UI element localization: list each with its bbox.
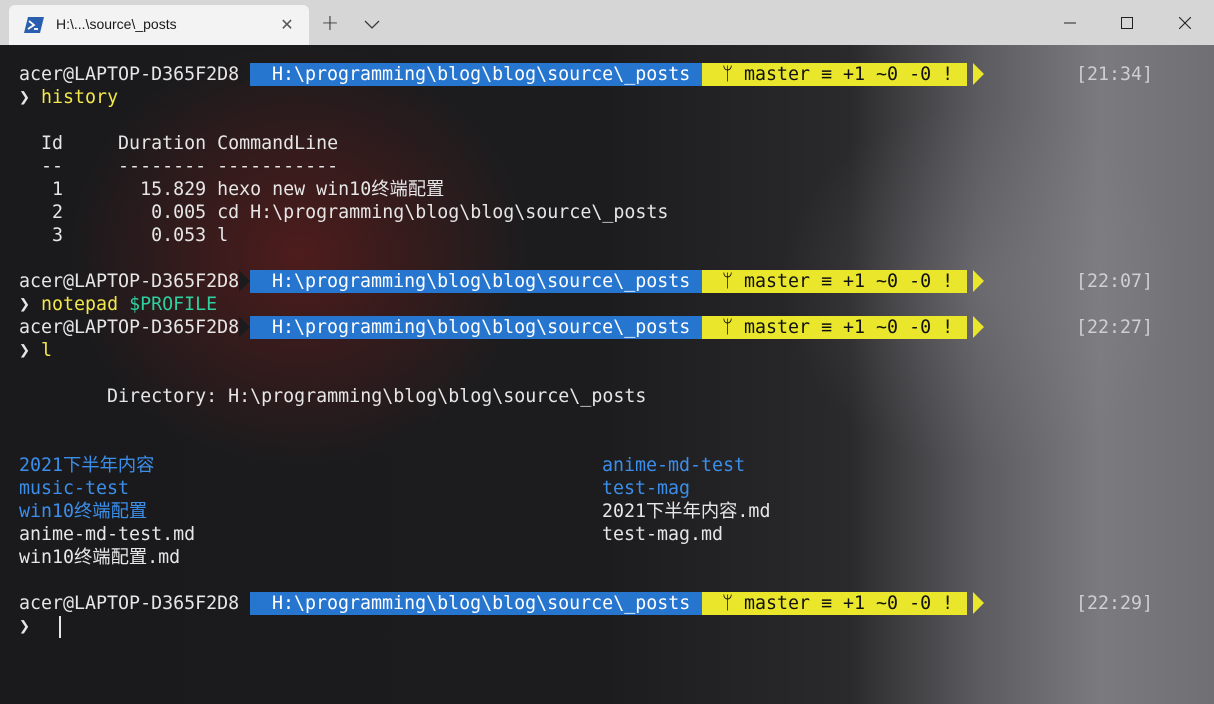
history-row: 2 0.005 cd H:\programming\blog\blog\sour… — [19, 202, 669, 223]
command-line: ❯ history — [19, 86, 118, 109]
prompt-user: acer@LAPTOP-D365F2D8 — [19, 317, 240, 338]
command-line: ❯ notepad $PROFILE — [19, 293, 217, 316]
segment-separator — [973, 316, 984, 338]
history-row: 3 0.053 l — [19, 225, 229, 246]
prompt-git-status: ᛘ master ≡ +1 ~0 -0 ! — [702, 63, 968, 86]
segment-separator — [239, 63, 250, 85]
listing-item-dir: test-mag — [602, 478, 691, 499]
prompt-path: H:\programming\blog\blog\source\_posts — [250, 270, 705, 293]
listing-item-file: 2021下半年内容.md — [602, 501, 771, 522]
listing-item-dir: win10终端配置 — [19, 501, 148, 522]
prompt-time: [22:29] — [1076, 593, 1154, 614]
listing-item-file: test-mag.md — [602, 524, 724, 545]
prompt-time: [21:34] — [1076, 64, 1154, 85]
powershell-icon — [24, 17, 44, 33]
prompt-git-status: ᛘ master ≡ +1 ~0 -0 ! — [702, 592, 968, 615]
terminal-pane[interactable]: acer@LAPTOP-D365F2D8 H:\programming\blog… — [0, 45, 1214, 704]
window-close-button[interactable] — [1156, 0, 1214, 45]
close-tab-icon[interactable]: ✕ — [277, 15, 297, 35]
segment-separator — [973, 63, 984, 85]
active-command-line[interactable]: ❯ — [19, 615, 79, 638]
prompt-path: H:\programming\blog\blog\source\_posts — [250, 63, 705, 86]
chevron-down-icon[interactable] — [356, 9, 388, 39]
command-variable: $PROFILE — [129, 294, 218, 315]
segment-separator — [973, 270, 984, 292]
prompt-chevron: ❯ — [19, 87, 31, 108]
prompt-git-status: ᛘ master ≡ +1 ~0 -0 ! — [702, 270, 968, 293]
prompt-line: acer@LAPTOP-D365F2D8 H:\programming\blog… — [19, 316, 1199, 339]
prompt-line: acer@LAPTOP-D365F2D8 H:\programming\blog… — [19, 592, 1199, 615]
new-tab-button[interactable]: + — [314, 9, 346, 39]
prompt-chevron: ❯ — [19, 616, 31, 637]
maximize-button[interactable] — [1098, 0, 1156, 45]
listing-item-dir: music-test — [19, 478, 130, 499]
history-divider: -- -------- ----------- — [19, 156, 339, 177]
prompt-time: [22:27] — [1076, 317, 1154, 338]
listing-item-file: win10终端配置.md — [19, 547, 181, 568]
text-cursor — [59, 616, 61, 638]
command-text: l — [41, 340, 53, 361]
directory-heading: Directory: H:\programming\blog\blog\sour… — [19, 386, 647, 407]
prompt-time: [22:07] — [1076, 271, 1154, 292]
prompt-user: acer@LAPTOP-D365F2D8 — [19, 64, 240, 85]
prompt-line: acer@LAPTOP-D365F2D8 H:\programming\blog… — [19, 270, 1199, 293]
segment-separator — [239, 270, 250, 292]
listing-item-dir: 2021下半年内容 — [19, 455, 155, 476]
history-row: 1 15.829 hexo new win10终端配置 — [19, 179, 445, 200]
prompt-line: acer@LAPTOP-D365F2D8 H:\programming\blog… — [19, 63, 1199, 86]
minimize-button[interactable] — [1041, 0, 1099, 45]
prompt-user: acer@LAPTOP-D365F2D8 — [19, 593, 240, 614]
prompt-chevron: ❯ — [19, 294, 31, 315]
command-text: notepad — [41, 294, 119, 315]
segment-separator — [239, 592, 250, 614]
tab-title: H:\...\source\_posts — [56, 16, 177, 32]
listing-item-dir: anime-md-test — [602, 455, 746, 476]
prompt-path: H:\programming\blog\blog\source\_posts — [250, 592, 705, 615]
listing-item-file: anime-md-test.md — [19, 524, 196, 545]
segment-separator — [973, 592, 984, 614]
prompt-chevron: ❯ — [19, 340, 31, 361]
tab-terminal[interactable]: H:\...\source\_posts ✕ — [9, 5, 309, 45]
title-bar: H:\...\source\_posts ✕ + — [0, 0, 1214, 45]
segment-separator — [239, 316, 250, 338]
prompt-user: acer@LAPTOP-D365F2D8 — [19, 271, 240, 292]
history-header: Id Duration CommandLine — [19, 133, 339, 154]
prompt-git-status: ᛘ master ≡ +1 ~0 -0 ! — [702, 316, 968, 339]
prompt-path: H:\programming\blog\blog\source\_posts — [250, 316, 705, 339]
command-line: ❯ l — [19, 339, 52, 362]
command-text: history — [41, 87, 119, 108]
